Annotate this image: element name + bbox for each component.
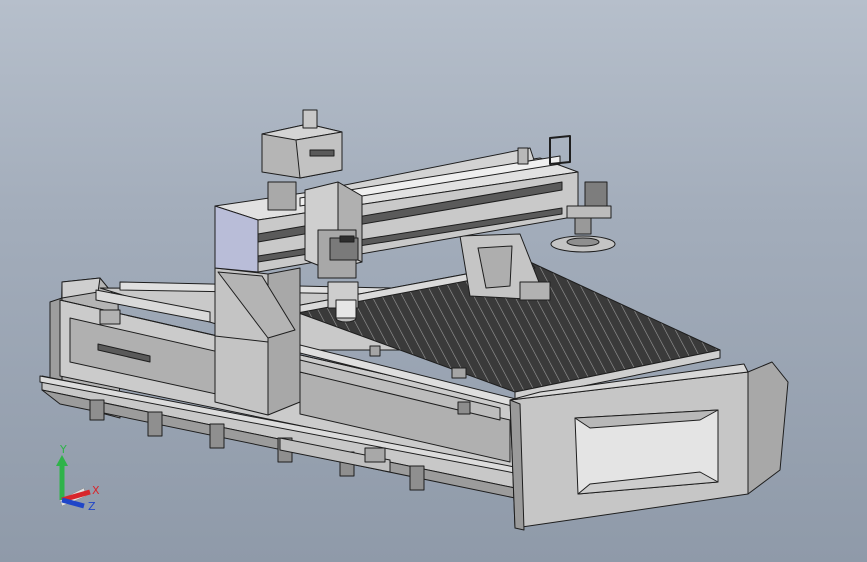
z-axis-label: Z <box>88 500 96 513</box>
y-axis-label: Y <box>59 443 67 456</box>
y-axis-arrowhead <box>56 455 68 466</box>
x-axis-label: X <box>92 484 100 497</box>
graphics-viewport[interactable]: Y X Z <box>0 0 867 562</box>
gantry-near-column <box>214 267 301 416</box>
view-orientation-triad[interactable]: Y X Z <box>56 443 100 513</box>
cnc-gantry-machine-model[interactable] <box>39 109 789 531</box>
z-axis-arrow <box>61 497 85 509</box>
